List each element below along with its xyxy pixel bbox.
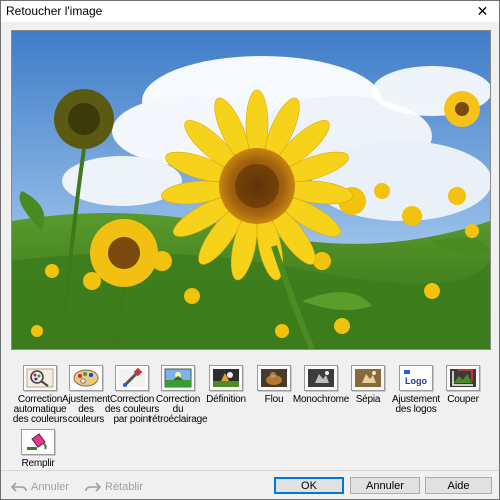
title-bar: Retoucher l'image ✕ xyxy=(1,1,499,22)
ok-button[interactable]: OK xyxy=(274,477,344,494)
dialog-title: Retoucher l'image xyxy=(6,4,103,18)
sharpness-icon xyxy=(213,369,239,387)
palette-icon xyxy=(73,369,99,387)
tool-label: Couper xyxy=(447,394,479,405)
logo-text: Logo xyxy=(405,376,427,386)
help-button[interactable]: Aide xyxy=(425,477,492,494)
cancel-button[interactable]: Annuler xyxy=(350,477,420,494)
tool-crop[interactable]: Couper xyxy=(434,365,492,405)
tool-label: Remplir xyxy=(21,458,55,469)
logo-icon: Logo xyxy=(403,369,429,387)
close-button[interactable]: ✕ xyxy=(466,1,499,22)
close-icon: ✕ xyxy=(476,3,489,19)
fill-bucket-icon xyxy=(25,433,51,451)
footer-separator xyxy=(1,470,499,471)
auto-color-correction-icon xyxy=(26,368,54,388)
undo-label: Annuler xyxy=(31,481,69,493)
redo-label: Rétablir xyxy=(105,481,143,493)
sunflower-photo xyxy=(12,31,490,349)
backlight-correction-icon xyxy=(164,368,192,388)
undo-button[interactable]: Annuler xyxy=(11,481,69,493)
sepia-icon xyxy=(355,369,381,387)
crop-icon xyxy=(450,369,476,387)
redo-icon xyxy=(85,482,101,492)
retouch-dialog: Retoucher l'image ✕ Correction automatiq… xyxy=(0,0,500,500)
monochrome-icon xyxy=(308,369,334,387)
redo-button[interactable]: Rétablir xyxy=(85,481,143,493)
tool-fill[interactable]: Remplir xyxy=(9,429,67,469)
eyedropper-icon xyxy=(119,367,145,387)
undo-icon xyxy=(11,482,27,492)
image-preview xyxy=(11,30,491,350)
blur-icon xyxy=(261,369,287,387)
